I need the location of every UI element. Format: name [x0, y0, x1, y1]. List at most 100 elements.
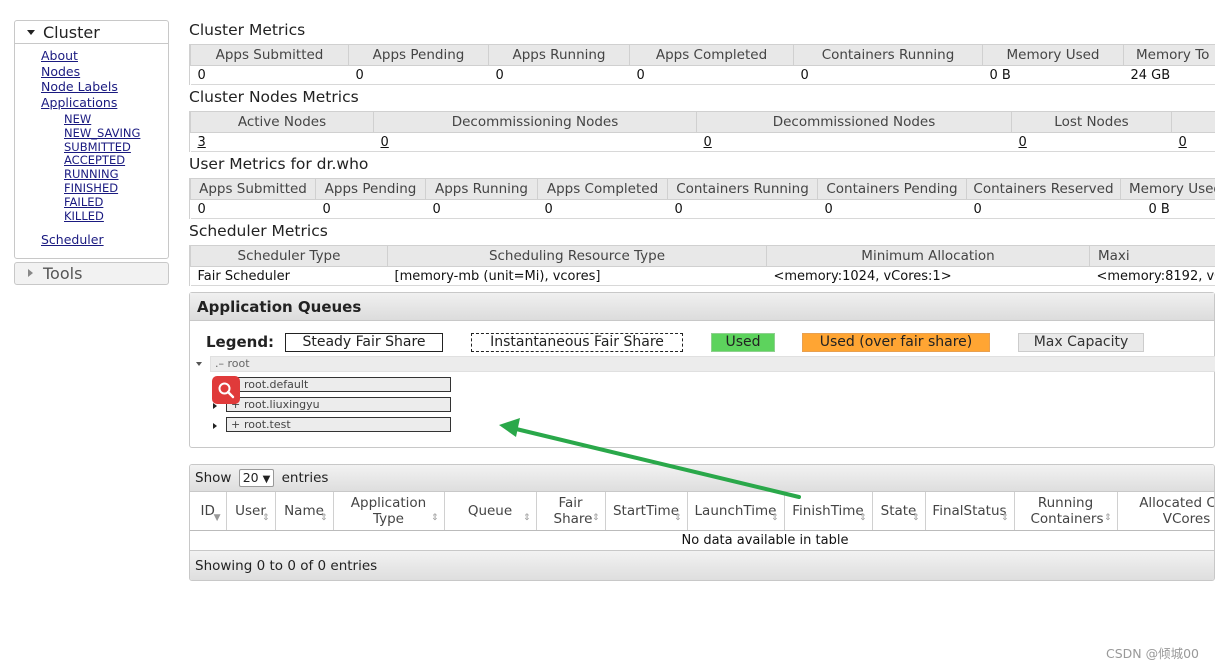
decommissioned-nodes-link[interactable]: 0 — [704, 135, 712, 150]
app-state-new-saving[interactable]: NEW_SAVING — [64, 126, 168, 141]
lost-nodes-link[interactable]: 0 — [1019, 135, 1027, 150]
sort-icon: ⇕ — [261, 512, 270, 523]
column-header-running-containers[interactable]: Running Containers ⇕ — [1014, 492, 1118, 531]
sort-icon: ⇕ — [858, 512, 867, 523]
table-header: Apps Completed — [537, 178, 668, 200]
table-cell: 24 GB — [1123, 65, 1215, 85]
column-label: Running Containers — [1030, 494, 1104, 527]
app-state-killed[interactable]: KILLED — [64, 209, 168, 224]
table-header: Containers Running — [793, 44, 983, 66]
table-header: Active Nodes — [190, 111, 374, 133]
cluster-nodes-metrics-table: Active Nodes Decommissioning Nodes Decom… — [190, 111, 1215, 152]
table-cell: 0 — [793, 65, 983, 85]
queue-root[interactable]: .– root — [210, 356, 1215, 372]
sort-icon: ▼ — [213, 512, 221, 523]
user-metrics-title: User Metrics for dr.who — [189, 155, 369, 173]
sidebar-link-scheduler[interactable]: Scheduler — [41, 232, 168, 248]
column-header-user[interactable]: User ⇕ — [226, 492, 276, 531]
table-header: Scheduler Type — [190, 245, 388, 267]
table-header: Minimum Allocation — [766, 245, 1090, 267]
table-cell: <memory:1024, vCores:1> — [766, 266, 1090, 286]
column-label: FinalStatus — [932, 502, 1007, 519]
triangle-down-icon[interactable] — [196, 362, 202, 366]
app-state-accepted[interactable]: ACCEPTED — [64, 154, 168, 168]
app-state-running[interactable]: RUNNING — [64, 167, 168, 182]
table-cell: 0 — [348, 65, 489, 85]
table-cell: <memory:8192, vCo — [1089, 266, 1215, 286]
column-label: Name — [284, 502, 324, 519]
search-icon[interactable] — [212, 376, 240, 404]
table-info: Showing 0 to 0 of 0 entries — [190, 550, 1214, 580]
column-label: FinishTime — [792, 502, 864, 519]
table-cell: 0 — [1171, 132, 1215, 152]
page-size-value: 20 — [242, 470, 259, 485]
chevron-right-icon — [28, 269, 33, 278]
table-cell: 0 B — [1120, 199, 1215, 219]
column-header-queue[interactable]: Queue ⇕ — [444, 492, 537, 531]
app-state-failed[interactable]: FAILED — [64, 195, 168, 210]
table-header: Memory To — [1123, 44, 1215, 66]
queue-label: root.default — [244, 378, 309, 391]
table-header: Apps Submitted — [190, 178, 316, 200]
column-label: Queue — [467, 502, 513, 519]
table-cell: 0 — [190, 199, 316, 219]
sidebar-link-node-labels[interactable]: Node Labels — [41, 79, 168, 95]
table-header: Apps Submitted — [190, 44, 349, 66]
table-header: Memory Used — [982, 44, 1124, 66]
app-state-list: NEW NEW_SAVING SUBMITTED ACCEPTED RUNNIN… — [41, 112, 168, 224]
table-cell: 0 — [537, 199, 668, 219]
sort-icon: ⇕ — [430, 512, 439, 523]
queue-root-test[interactable]: + root.test — [226, 417, 451, 432]
entries-length-control: Show 20 ▼ entries — [190, 465, 1214, 492]
app-state-finished[interactable]: FINISHED — [64, 181, 168, 196]
column-header-start-time[interactable]: StartTime ⇕ — [605, 492, 688, 531]
table-header: Apps Pending — [315, 178, 426, 200]
applications-table: ID ▼ User ⇕ Name ⇕ Application Type ⇕ Queue ⇕… — [190, 492, 1214, 550]
column-header-fair-share[interactable]: Fair Share ⇕ — [536, 492, 606, 531]
table-header: Scheduling Resource Type — [387, 245, 767, 267]
table-cell: 0 — [696, 132, 1012, 152]
table-header: Containers Pending — [817, 178, 967, 200]
sort-icon: ⇕ — [319, 512, 328, 523]
sidebar-link-about[interactable]: About — [41, 48, 168, 64]
entries-label: entries — [281, 470, 329, 486]
sort-icon: ⇕ — [591, 512, 600, 523]
sort-icon: ⇕ — [522, 512, 531, 523]
table-cell: 0 — [629, 65, 794, 85]
sort-icon: ⇕ — [1000, 512, 1009, 523]
column-header-finish-time[interactable]: FinishTime ⇕ — [784, 492, 873, 531]
sort-icon: ⇕ — [673, 512, 682, 523]
queue-root-default[interactable]: root.default — [226, 377, 451, 392]
app-state-submitted[interactable]: SUBMITTED — [64, 140, 168, 155]
app-state-new[interactable]: NEW — [64, 112, 168, 127]
unhealthy-nodes-link[interactable]: 0 — [1179, 135, 1187, 150]
table-cell: 0 B — [982, 65, 1124, 85]
queue-root-liuxingyu[interactable]: + root.liuxingyu — [226, 397, 451, 412]
decommissioning-nodes-link[interactable]: 0 — [381, 135, 389, 150]
legend: Legend: Steady Fair Share Instantaneous … — [190, 331, 1214, 353]
application-queues-panel: Application Queues Legend: Steady Fair S… — [189, 292, 1215, 448]
triangle-right-icon[interactable] — [213, 423, 217, 429]
page-size-select[interactable]: 20 ▼ — [238, 469, 275, 487]
cluster-metrics-title: Cluster Metrics — [189, 21, 306, 39]
table-cell: [memory-mb (unit=Mi), vcores] — [387, 266, 767, 286]
column-header-id[interactable]: ID ▼ — [190, 492, 227, 531]
column-header-allocated-cpu-vcores[interactable]: Allocated CPU VCores — [1117, 492, 1214, 531]
cluster-metrics-table: Apps Submitted Apps Pending Apps Running… — [190, 44, 1215, 85]
active-nodes-link[interactable]: 3 — [198, 135, 206, 150]
column-header-final-status[interactable]: FinalStatus ⇕ — [925, 492, 1015, 531]
tools-panel-header[interactable]: Tools — [14, 261, 169, 285]
chevron-down-icon: ▼ — [262, 474, 271, 485]
table-cell: 0 — [1011, 132, 1172, 152]
column-header-name[interactable]: Name ⇕ — [275, 492, 334, 531]
column-header-launch-time[interactable]: LaunchTime ⇕ — [687, 492, 785, 531]
column-header-state[interactable]: State ⇕ — [872, 492, 926, 531]
legend-used: Used — [711, 333, 775, 352]
cluster-panel-header[interactable]: Cluster — [15, 21, 168, 44]
column-header-application-type[interactable]: Application Type ⇕ — [333, 492, 445, 531]
table-header — [1171, 111, 1215, 133]
table-cell: 3 — [190, 132, 374, 152]
sidebar-link-nodes[interactable]: Nodes — [41, 64, 168, 80]
sidebar-link-applications[interactable]: Applications — [41, 95, 168, 111]
column-label: LaunchTime — [694, 502, 777, 519]
